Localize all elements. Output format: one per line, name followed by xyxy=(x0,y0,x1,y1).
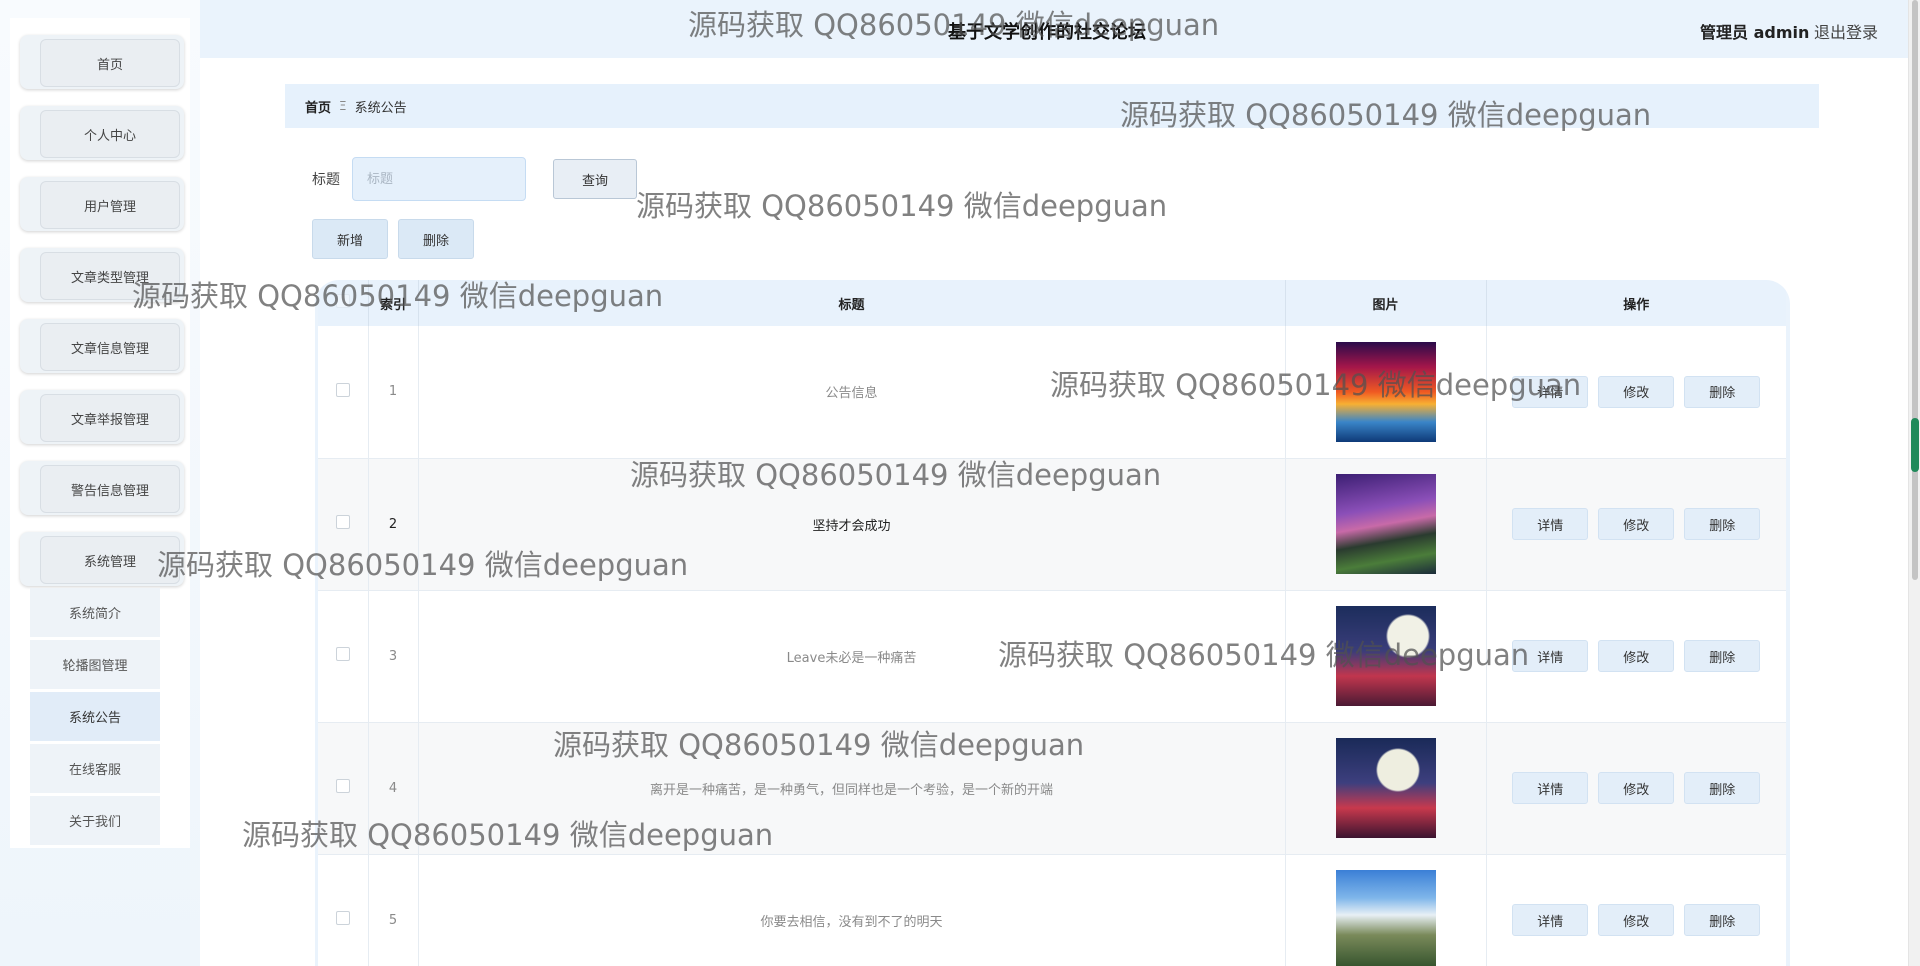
site-title: 基于文学创作的社交论坛 xyxy=(948,22,1146,43)
row-index: 1 xyxy=(368,326,419,458)
edit-button[interactable]: 修改 xyxy=(1598,904,1675,936)
column-header-index: 索引 xyxy=(368,280,419,326)
row-title: 坚持才会成功 xyxy=(418,458,1286,590)
column-header-actions: 操作 xyxy=(1623,297,1650,313)
sidebar-item-label: 文章信息管理 xyxy=(40,323,180,371)
submenu-item-system-notice[interactable]: 系统公告 xyxy=(30,692,160,742)
column-header-title: 标题 xyxy=(418,280,1286,326)
select-all-checkbox[interactable] xyxy=(335,294,350,308)
row-index: 4 xyxy=(368,722,419,854)
sidebar-item-label: 系统管理 xyxy=(40,536,180,584)
row-image xyxy=(1335,606,1436,706)
sidebar-item-label: 用户管理 xyxy=(40,181,180,229)
detail-button[interactable]: 详情 xyxy=(1512,375,1589,408)
column-header-image: 图片 xyxy=(1285,280,1487,326)
page-scrollbar[interactable] xyxy=(1908,0,1920,966)
query-button[interactable]: 查询 xyxy=(553,159,637,199)
breadcrumb-home-link[interactable]: 首页 xyxy=(305,97,331,116)
detail-button[interactable]: 详情 xyxy=(1512,904,1589,936)
row-checkbox[interactable] xyxy=(335,911,350,925)
edit-button[interactable]: 修改 xyxy=(1598,640,1675,672)
sidebar-item-article-info-management[interactable]: 文章信息管理 xyxy=(20,319,184,373)
delete-button[interactable]: 删除 xyxy=(1684,375,1761,408)
row-image xyxy=(1335,870,1436,966)
notice-table: 索引 标题 图片 操作 1 公告信息 详情 修改 删除 2 坚持才会成功 详情 … xyxy=(318,280,1786,966)
watermark-text: 源码获取 QQ86050149 微信deepguan xyxy=(636,189,1168,223)
row-index: 2 xyxy=(368,458,419,590)
submenu-item-carousel-management[interactable]: 轮播图管理 xyxy=(30,640,160,690)
detail-button[interactable]: 详情 xyxy=(1512,508,1589,540)
sidebar-item-warning-management[interactable]: 警告信息管理 xyxy=(20,461,184,515)
sidebar-item-label: 首页 xyxy=(40,39,180,87)
row-image xyxy=(1335,341,1436,442)
delete-button[interactable]: 删除 xyxy=(1684,508,1761,540)
row-image xyxy=(1335,474,1436,574)
table-row: 5 你要去相信，没有到不了的明天 详情 修改 删除 xyxy=(318,854,1786,966)
submenu-item-about-us[interactable]: 关于我们 xyxy=(30,796,160,846)
add-button[interactable]: 新增 xyxy=(312,219,388,259)
breadcrumb-current: 系统公告 xyxy=(354,100,407,116)
table-row: 1 公告信息 详情 修改 删除 xyxy=(318,326,1786,458)
sidebar-item-home[interactable]: 首页 xyxy=(20,35,184,89)
current-user-label: 管理员 admin xyxy=(1700,23,1810,42)
scrollbar-thumb[interactable] xyxy=(1912,0,1918,580)
sidebar-item-label: 文章举报管理 xyxy=(40,394,180,442)
breadcrumb-separator-icon: Ξ xyxy=(339,99,347,113)
row-checkbox[interactable] xyxy=(335,382,350,397)
row-checkbox[interactable] xyxy=(335,515,350,529)
detail-button[interactable]: 详情 xyxy=(1512,640,1589,672)
delete-button[interactable]: 删除 xyxy=(1684,772,1761,804)
scrollbar-marker xyxy=(1911,418,1919,472)
sidebar-item-system-management[interactable]: 系统管理 xyxy=(20,532,184,586)
row-title: 你要去相信，没有到不了的明天 xyxy=(418,854,1286,966)
edit-button[interactable]: 修改 xyxy=(1598,508,1675,540)
row-index: 5 xyxy=(368,854,419,966)
sidebar-item-label: 个人中心 xyxy=(40,110,180,158)
search-title-input[interactable] xyxy=(352,157,526,201)
search-title-label: 标题 xyxy=(312,172,340,188)
notice-table-container: 索引 标题 图片 操作 1 公告信息 详情 修改 删除 2 坚持才会成功 详情 … xyxy=(315,280,1790,966)
table-row: 3 Leave未必是一种痛苦 详情 修改 删除 xyxy=(318,590,1786,722)
row-index: 3 xyxy=(368,590,419,722)
detail-button[interactable]: 详情 xyxy=(1512,772,1589,804)
edit-button[interactable]: 修改 xyxy=(1598,375,1675,408)
sidebar-item-label: 文章类型管理 xyxy=(40,252,180,300)
batch-delete-button[interactable]: 删除 xyxy=(398,219,474,259)
row-image xyxy=(1335,738,1436,838)
table-row: 2 坚持才会成功 详情 修改 删除 xyxy=(318,458,1786,590)
sidebar-item-article-report-management[interactable]: 文章举报管理 xyxy=(20,390,184,444)
table-header-row: 索引 标题 图片 操作 xyxy=(318,280,1786,326)
row-title: Leave未必是一种痛苦 xyxy=(418,590,1286,722)
row-title: 公告信息 xyxy=(418,326,1286,458)
table-row: 4 离开是一种痛苦，是一种勇气，但同样也是一个考验，是一个新的开端 详情 修改 … xyxy=(318,722,1786,854)
logout-link[interactable]: 退出登录 xyxy=(1814,19,1878,43)
sidebar-item-article-type-management[interactable]: 文章类型管理 xyxy=(20,248,184,302)
row-checkbox[interactable] xyxy=(335,647,350,661)
select-all-header xyxy=(318,280,369,326)
submenu-item-online-service[interactable]: 在线客服 xyxy=(30,744,160,794)
delete-button[interactable]: 删除 xyxy=(1684,904,1761,936)
row-title: 离开是一种痛苦，是一种勇气，但同样也是一个考验，是一个新的开端 xyxy=(418,722,1286,854)
sidebar: 首页 个人中心 用户管理 文章类型管理 文章信息管理 文章举报管理 警告信息管理… xyxy=(0,0,200,966)
edit-button[interactable]: 修改 xyxy=(1598,772,1675,804)
sidebar-item-personal-center[interactable]: 个人中心 xyxy=(20,106,184,160)
system-submenu: 系统简介 轮播图管理 系统公告 在线客服 关于我们 xyxy=(30,588,160,848)
sidebar-item-user-management[interactable]: 用户管理 xyxy=(20,177,184,231)
breadcrumb: 首页 Ξ 系统公告 xyxy=(285,84,1819,128)
delete-button[interactable]: 删除 xyxy=(1684,640,1761,672)
submenu-item-system-intro[interactable]: 系统简介 xyxy=(30,588,160,638)
row-checkbox[interactable] xyxy=(335,779,350,793)
sidebar-item-label: 警告信息管理 xyxy=(40,465,180,513)
